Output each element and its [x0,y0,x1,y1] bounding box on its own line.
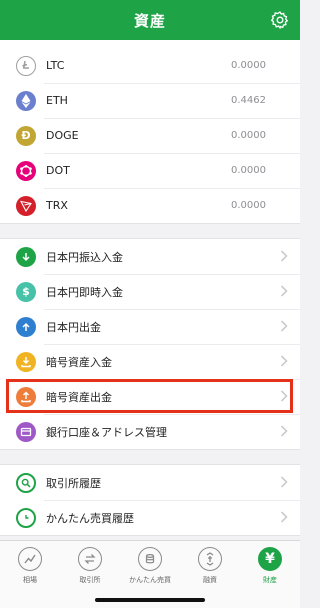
chevron-right-icon [280,511,288,523]
bank-address-management-item[interactable]: 銀行口座＆アドレス管理 [0,414,300,449]
coin-balance: 0.0000 [231,200,266,211]
jpy-instant-deposit-icon: $ [16,281,36,302]
chevron-right-icon [280,476,288,488]
crypto-deposit-item[interactable]: 暗号資産入金 [0,344,300,379]
tab-label: 取引所 [79,576,101,584]
polkadot-icon [16,160,36,181]
coin-balance-group: LTC 0.0000 ETH 0.4462 Ð DOGE 0.0000 DOT … [0,48,300,224]
coin-row-eth[interactable]: ETH 0.4462 [0,83,300,118]
crypto-withdraw-icon [16,386,36,407]
page-title: 資産 [133,11,166,30]
tab-label: 相場 [23,576,37,584]
coin-balance: 0.0000 [231,60,266,71]
tab-label: 財産 [263,576,277,584]
exchange-history-item[interactable]: 取引所履歴 [0,465,300,500]
coin-balance: 0.4462 [231,95,266,106]
coin-label: LTC [46,59,65,72]
menu-label: かんたん売買履歴 [46,511,134,525]
coin-row-ltc[interactable]: LTC 0.0000 [0,48,300,83]
chevron-right-icon [280,250,288,262]
simple-trade-history-icon [16,507,36,528]
coin-balance: 0.0000 [231,130,266,141]
chevron-right-icon [280,355,288,367]
gear-icon[interactable] [270,10,290,30]
yen-glyph: ¥ [265,551,275,567]
jpy-withdraw-item[interactable]: 日本円出金 [0,309,300,344]
jpy-bank-deposit-item[interactable]: 日本円振込入金 [0,239,300,274]
exchange-history-icon [16,472,36,493]
tab-market[interactable]: 相場 [0,541,60,608]
dogecoin-icon: Ð [16,125,36,146]
menu-label: 銀行口座＆アドレス管理 [46,425,167,439]
coin-label: DOGE [46,129,79,142]
chevron-right-icon [280,285,288,297]
clipped-coin-row [0,40,300,48]
transfer-actions-group: 日本円振込入金 $ 日本円即時入金 日本円出金 暗号資産入金 暗号資産出金 銀行… [0,238,300,450]
simple-trade-history-item[interactable]: かんたん売買履歴 [0,500,300,535]
simple-trade-icon [138,547,162,571]
tab-assets[interactable]: ¥ 財産 [240,541,300,608]
ethereum-icon [16,90,36,111]
coin-label: DOT [46,164,70,177]
coin-label: ETH [46,94,68,107]
coin-row-dot[interactable]: DOT 0.0000 [0,153,300,188]
chevron-right-icon [280,425,288,437]
crypto-deposit-icon [16,351,36,372]
menu-label: 日本円即時入金 [46,285,123,299]
market-chart-icon [18,547,42,571]
jpy-deposit-icon [16,246,36,267]
asset-list[interactable]: LTC 0.0000 ETH 0.4462 Ð DOGE 0.0000 DOT … [0,40,300,540]
menu-label: 暗号資産入金 [46,355,112,369]
coin-label: TRX [46,199,68,212]
exchange-icon [78,547,102,571]
lending-icon [198,547,222,571]
chevron-right-icon [280,320,288,332]
coin-balance: 0.0000 [231,165,266,176]
jpy-instant-deposit-item[interactable]: $ 日本円即時入金 [0,274,300,309]
menu-label: 取引所履歴 [46,476,101,490]
crypto-withdraw-item[interactable]: 暗号資産出金 [0,379,300,414]
tab-label: 融資 [203,576,217,584]
app-header: 資産 [0,0,300,40]
history-group: 取引所履歴 かんたん売買履歴 [0,464,300,536]
menu-label: 日本円出金 [46,320,101,334]
jpy-withdraw-icon [16,316,36,337]
chevron-right-icon [280,390,288,402]
coin-row-trx[interactable]: TRX 0.0000 [0,188,300,223]
menu-label: 日本円振込入金 [46,250,123,264]
yen-icon: ¥ [258,547,282,571]
tab-label: かんたん売買 [129,576,171,584]
tron-icon [16,195,36,216]
menu-label: 暗号資産出金 [46,390,112,404]
coin-row-doge[interactable]: Ð DOGE 0.0000 [0,118,300,153]
litecoin-icon [16,55,36,76]
home-indicator [95,598,205,602]
bank-account-icon [16,421,36,442]
